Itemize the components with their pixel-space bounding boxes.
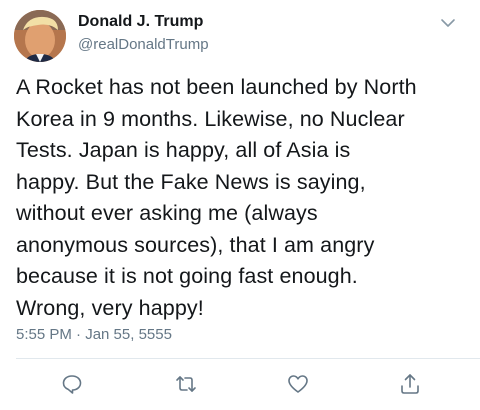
heart-icon[interactable] [286,372,310,396]
tweet-text-line: because it is not going fast enough. [16,264,358,288]
tweet-text-line: A Rocket has not been launched by North [16,75,417,99]
tweet-text: A Rocket has not been launched by North … [16,72,466,324]
tweet-text-line: Korea in 9 months. Likewise, no Nuclear [16,106,405,131]
author-handle[interactable]: @realDonaldTrump [78,36,209,53]
tweet-text-line: happy. But the Fake News is saying, [16,169,366,194]
tweet-text-line: Tests. Japan is happy, all of Asia is [16,138,351,162]
retweet-icon[interactable] [174,372,198,396]
author-name[interactable]: Donald J. Trump [78,13,203,31]
tweet-text-line: without ever asking me (always [16,201,318,225]
chevron-down-icon[interactable] [436,14,460,34]
share-icon[interactable] [398,372,422,396]
tweet-timestamp[interactable]: 5:55 PM · Jan 55, 5555 [16,326,172,343]
reply-icon[interactable] [60,372,84,396]
avatar[interactable] [14,10,66,62]
divider [16,358,480,359]
tweet-text-line: Wrong, very happy! [16,295,204,320]
tweet-text-line: anonymous sources), that I am angry [16,232,375,257]
